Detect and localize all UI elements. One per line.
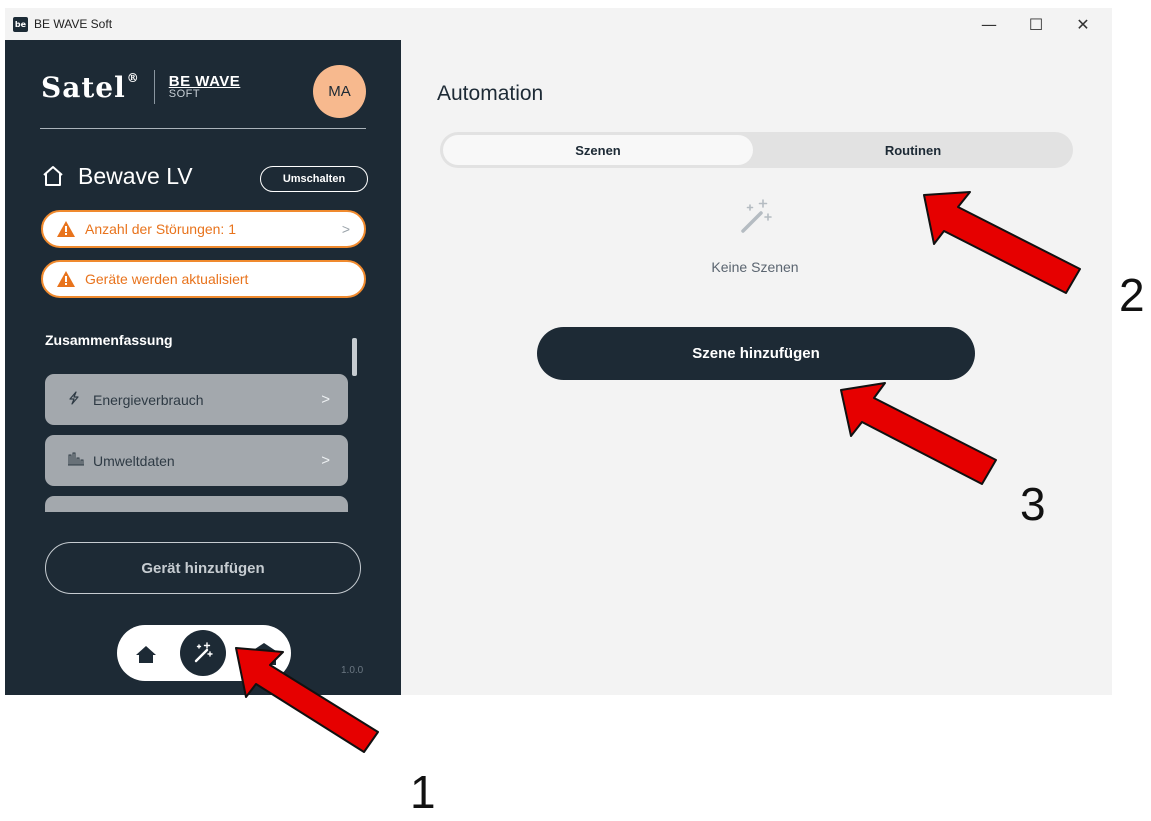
bottom-navigation bbox=[117, 625, 291, 681]
maximize-button[interactable]: ☐ bbox=[1013, 8, 1059, 40]
magic-wand-icon bbox=[741, 199, 772, 233]
house-outline-icon bbox=[40, 163, 66, 189]
summary-item-label: Umweltdaten bbox=[93, 452, 175, 469]
sidebar-scrollbar[interactable] bbox=[352, 338, 357, 376]
home-name: Bewave LV bbox=[78, 162, 193, 189]
annotation-label-1: 1 bbox=[410, 766, 436, 818]
updating-alert[interactable]: Geräte werden aktualisiert bbox=[41, 260, 366, 298]
app-window: be BE WAVE Soft — ☐ ✕ Satel® BE WAVE SOF… bbox=[5, 8, 1112, 695]
add-device-button[interactable]: Gerät hinzufügen bbox=[45, 542, 361, 594]
title-bar: be BE WAVE Soft — ☐ ✕ bbox=[5, 8, 1112, 40]
close-button[interactable]: ✕ bbox=[1060, 8, 1106, 40]
satel-logo: Satel® bbox=[41, 70, 140, 104]
switch-home-button[interactable]: Umschalten bbox=[260, 166, 368, 192]
summary-item-environment[interactable]: Umweltdaten > bbox=[45, 435, 348, 486]
brand-divider bbox=[153, 70, 155, 104]
faults-alert[interactable]: Anzahl der Störungen: 1 > bbox=[41, 210, 366, 248]
automation-nav-button[interactable] bbox=[180, 630, 226, 676]
bewave-logo: BE WAVE SOFT bbox=[168, 73, 241, 100]
user-avatar[interactable]: MA bbox=[313, 65, 366, 118]
window-title: BE WAVE Soft bbox=[34, 17, 113, 31]
sidebar: Satel® BE WAVE SOFT MA Bewave LV Umschal… bbox=[5, 40, 401, 695]
tab-routines[interactable]: Routinen bbox=[756, 135, 1070, 165]
annotation-label-3: 3 bbox=[1020, 478, 1046, 530]
annotation-label-2: 2 bbox=[1119, 269, 1145, 321]
brand-logo: Satel® BE WAVE SOFT bbox=[41, 70, 240, 104]
warning-icon bbox=[57, 221, 75, 237]
home-icon[interactable] bbox=[133, 641, 159, 667]
building-icon[interactable] bbox=[249, 639, 279, 665]
empty-state-text: Keine Szenen bbox=[711, 259, 799, 275]
app-version: 1.0.0 bbox=[341, 665, 364, 676]
magic-wand-icon bbox=[194, 642, 213, 663]
summary-item-partial[interactable] bbox=[45, 496, 348, 512]
summary-heading: Zusammenfassung bbox=[45, 332, 173, 348]
header-divider bbox=[40, 128, 366, 129]
app-icon: be bbox=[13, 16, 28, 32]
minimize-button[interactable]: — bbox=[966, 8, 1012, 40]
chevron-right-icon: > bbox=[321, 452, 330, 469]
summary-item-energy[interactable]: Energieverbrauch > bbox=[45, 374, 348, 425]
lightning-icon bbox=[67, 391, 85, 408]
page-title: Automation bbox=[437, 82, 544, 105]
home-selector: Bewave LV Umschalten bbox=[40, 158, 368, 194]
summary-item-label: Energieverbrauch bbox=[93, 391, 204, 408]
add-scene-button[interactable]: Szene hinzufügen bbox=[537, 327, 975, 380]
chevron-right-icon: > bbox=[341, 221, 350, 237]
chevron-right-icon: > bbox=[321, 391, 330, 408]
automation-tabs: Szenen Routinen bbox=[440, 132, 1073, 168]
alert-label: Anzahl der Störungen: 1 bbox=[85, 221, 236, 237]
bar-chart-icon bbox=[67, 452, 85, 469]
screenshot-stage: be BE WAVE Soft — ☐ ✕ Satel® BE WAVE SOF… bbox=[0, 0, 1151, 821]
warning-icon bbox=[57, 271, 75, 287]
tab-scenes[interactable]: Szenen bbox=[443, 135, 753, 165]
alert-label: Geräte werden aktualisiert bbox=[85, 271, 249, 287]
